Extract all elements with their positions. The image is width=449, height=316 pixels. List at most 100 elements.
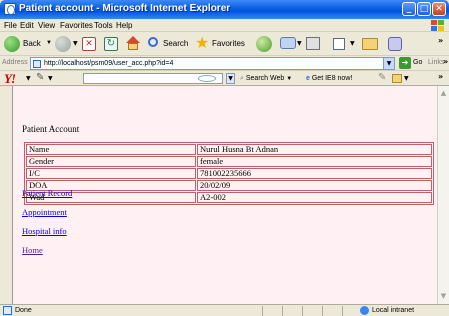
back-label: Back	[23, 39, 41, 48]
star-icon: ★	[195, 35, 210, 52]
row-value: Nurul Husna Bt Adnan	[197, 144, 432, 155]
row-value: 781002235666	[197, 168, 432, 179]
page-done-icon	[3, 306, 12, 315]
menu-view[interactable]: View	[38, 21, 55, 30]
links-overflow-chevron[interactable]: »	[443, 57, 448, 66]
menu-help[interactable]: Help	[116, 21, 132, 30]
table-row: I/C 781002235666	[26, 168, 432, 179]
vertical-scrollbar[interactable]: ▲ ▼	[437, 86, 449, 304]
menu-file[interactable]: File	[4, 21, 17, 30]
toolbar-overflow-chevron[interactable]: »	[438, 36, 443, 45]
search-web-button[interactable]: ⌕ Search Web ▼	[240, 73, 292, 84]
chevron-down-icon[interactable]: ▼	[404, 75, 409, 82]
status-text: Done	[15, 307, 32, 314]
forward-arrow-icon[interactable]	[55, 36, 71, 52]
get-ie8-button[interactable]: e Get IE8 now!	[306, 73, 352, 84]
security-zone: Local intranet	[372, 307, 415, 314]
row-label: Gender	[26, 156, 196, 167]
refresh-icon[interactable]: ↻	[104, 37, 118, 51]
chevron-down-icon[interactable]: ▼	[297, 40, 302, 47]
chevron-down-icon: ▼	[286, 76, 293, 82]
page-title: Patient Account	[22, 124, 80, 134]
table-row: DOA 20/02/09	[26, 180, 432, 191]
table-row: Gender female	[26, 156, 432, 167]
back-button[interactable]: Back ▼	[4, 35, 52, 53]
row-value: 20/02/09	[197, 180, 432, 191]
home-icon[interactable]	[125, 36, 140, 51]
chevron-down-icon[interactable]: ▼	[350, 40, 355, 47]
bookmark-icon[interactable]	[392, 74, 402, 83]
search-box-ring	[198, 75, 216, 82]
mail-icon[interactable]	[280, 37, 296, 49]
status-divider	[262, 306, 263, 316]
page-viewport: Patient Account Name Nurul Husna Bt Adna…	[12, 86, 437, 304]
history-icon[interactable]	[256, 36, 272, 52]
hospital-info-link[interactable]: Hospital info	[22, 226, 67, 236]
search-button[interactable]: Search	[148, 35, 192, 53]
get-ie8-label: Get IE8 now!	[311, 75, 353, 82]
window-title: Patient account - Microsoft Internet Exp…	[19, 3, 231, 14]
address-input[interactable]: http://localhost/psm09/user_acc.php?id=4…	[30, 57, 395, 70]
scroll-down-icon[interactable]: ▼	[438, 291, 449, 302]
menu-bar: File Edit View Favorites Tools Help	[0, 19, 449, 32]
intranet-icon	[360, 306, 369, 315]
scroll-up-icon[interactable]: ▲	[438, 88, 449, 99]
status-divider	[282, 306, 283, 316]
address-bar: Address http://localhost/psm09/user_acc.…	[0, 56, 449, 71]
minimize-button[interactable]: _	[402, 2, 416, 16]
page-icon	[33, 60, 41, 68]
chevron-down-icon[interactable]: ▼	[73, 40, 78, 47]
patient-record-link[interactable]: Patient Record	[22, 188, 72, 198]
messenger-icon[interactable]	[388, 37, 402, 51]
yahoo-logo[interactable]: Y!	[4, 71, 16, 87]
close-button[interactable]: ✕	[432, 2, 446, 16]
pencil-icon[interactable]: ✎	[36, 72, 44, 83]
chevron-down-icon[interactable]: ▼	[48, 75, 53, 82]
address-url[interactable]: http://localhost/psm09/user_acc.php?id=4	[44, 60, 173, 67]
windows-logo-icon	[431, 20, 445, 31]
status-bar: Done Local intranet	[0, 304, 449, 316]
menu-tools[interactable]: Tools	[94, 21, 113, 30]
chevron-down-icon: ▼	[46, 40, 52, 46]
yahoo-toolbar: Y! ▼ ✎ ▼ ▼ ⌕ Search Web ▼ e Get IE8 now!…	[0, 71, 449, 86]
ie-app-icon[interactable]	[4, 3, 16, 15]
home-link[interactable]: Home	[22, 245, 43, 255]
chevron-down-icon[interactable]: ▼	[26, 75, 31, 82]
address-label: Address	[2, 59, 28, 66]
favorites-button[interactable]: ★ Favorites	[195, 35, 251, 53]
ie-logo-icon: e	[306, 75, 310, 82]
go-button[interactable]: Go	[413, 59, 422, 66]
row-label: Name	[26, 144, 196, 155]
search-label: Search	[163, 39, 189, 48]
yahoo-search-input[interactable]	[83, 73, 223, 84]
status-divider	[322, 306, 323, 316]
chevron-down-icon[interactable]: ▼	[226, 73, 235, 84]
favorites-label: Favorites	[212, 39, 245, 48]
highlighter-icon[interactable]: ✎	[378, 72, 386, 83]
row-value: female	[197, 156, 432, 167]
row-label: I/C	[26, 168, 196, 179]
menu-favorites[interactable]: Favorites	[60, 21, 93, 30]
table-row: Name Nurul Husna Bt Adnan	[26, 144, 432, 155]
go-arrow-icon[interactable]: ➔	[399, 57, 411, 69]
print-icon[interactable]	[306, 37, 320, 50]
back-arrow-icon	[4, 36, 20, 52]
menu-edit[interactable]: Edit	[20, 21, 34, 30]
table-row: Wad A2-002	[26, 192, 432, 203]
search-icon	[148, 37, 158, 47]
folder-icon[interactable]	[362, 38, 378, 50]
links-button[interactable]: Links	[428, 59, 444, 66]
chevron-down-icon[interactable]: ▼	[383, 58, 394, 69]
status-divider	[302, 306, 303, 316]
yahoo-overflow-chevron[interactable]: »	[438, 72, 443, 81]
search-web-label: Search Web	[245, 75, 285, 82]
maximize-button[interactable]: □	[417, 2, 431, 16]
standard-toolbar: Back ▼ ▼ ✕ ↻ Search ★ Favorites ▼ ▼ »	[0, 32, 449, 56]
patient-info-table: Name Nurul Husna Bt Adnan Gender female …	[24, 142, 434, 205]
status-divider	[342, 306, 343, 316]
title-bar: Patient account - Microsoft Internet Exp…	[0, 0, 449, 19]
edit-icon[interactable]	[333, 38, 345, 50]
row-value: A2-002	[197, 192, 432, 203]
appointment-link[interactable]: Appointment	[22, 207, 67, 217]
stop-icon[interactable]: ✕	[82, 37, 96, 51]
